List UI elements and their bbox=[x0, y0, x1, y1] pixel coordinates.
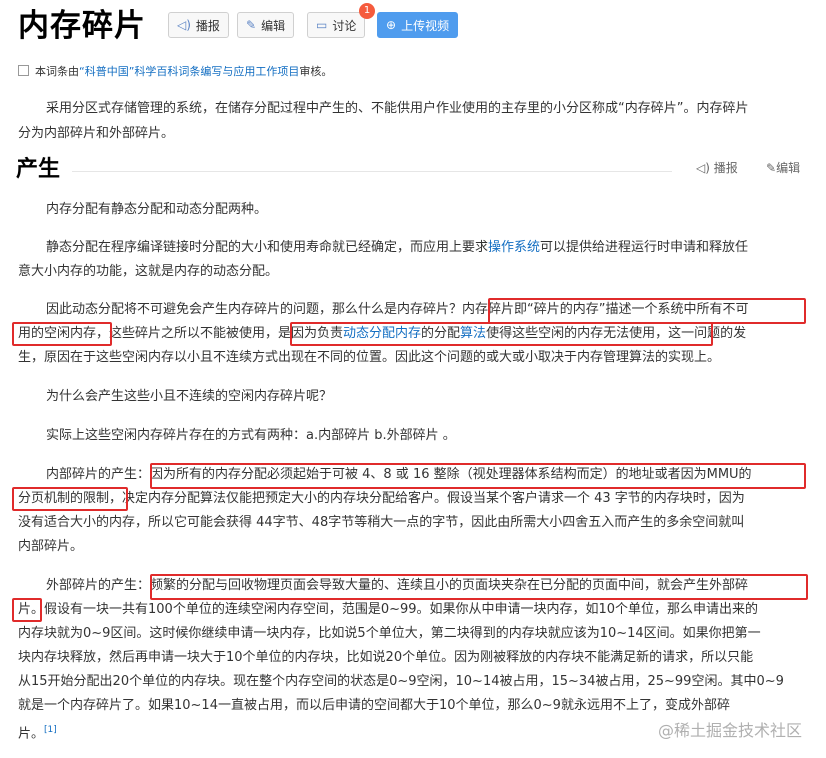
para-6-line-4: 内部碎片。 bbox=[18, 539, 84, 554]
broadcast-button[interactable]: ◁) 播报 bbox=[168, 12, 229, 38]
highlight-box bbox=[12, 598, 42, 622]
highlight-box bbox=[150, 463, 806, 489]
watermark: @稀土掘金技术社区 bbox=[657, 721, 802, 740]
section-edit-button[interactable]: ✎编辑 bbox=[766, 158, 800, 178]
discuss-label: 讨论 bbox=[332, 18, 357, 33]
highlight-box bbox=[150, 574, 808, 600]
upload-video-label: 上传视频 bbox=[401, 18, 450, 33]
para-7-line-4: 块内存块释放，然后再申请一块大于10个单位的内存块，比如说20个单位。因为刚被释… bbox=[18, 650, 754, 665]
section-divider bbox=[72, 171, 672, 172]
audit-note: 本词条由“科普中国”科学百科词条编写与应用工作项目审核。 bbox=[18, 64, 332, 80]
broadcast-label: 播报 bbox=[195, 18, 220, 33]
audit-org-link[interactable]: “科普中国”科学百科词条编写与应用工作项目 bbox=[79, 65, 299, 78]
para-7-line-5: 从15开始分配出20个单位的内存块。现在整个内存空间的状态是0~9空闲，10~1… bbox=[18, 674, 784, 689]
para-2-line-1: 静态分配在程序编译链接时分配的大小和使用寿命就已经确定，而应用上要求操作系统可以… bbox=[46, 240, 749, 255]
document-icon bbox=[18, 65, 29, 76]
highlight-box bbox=[12, 487, 128, 511]
para-2-line-2: 意大小内存的功能，这就是内存的动态分配。 bbox=[18, 264, 279, 279]
os-link[interactable]: 操作系统 bbox=[488, 240, 540, 255]
para-7-line-2: 片。假设有一块一共有100个单位的连续空闲内存空间，范围是0~99。如果你从中申… bbox=[18, 602, 759, 617]
highlight-box bbox=[488, 298, 806, 324]
para-7-line-6: 就是一个内存碎片了。如果10~14一直被占用，而以后申请的空间都大于10个单位，… bbox=[18, 698, 730, 713]
pencil-icon: ✎ bbox=[766, 161, 777, 175]
para-5: 实际上这些空闲内存碎片存在的方式有两种：a.内部碎片 b.外部碎片 。 bbox=[46, 428, 456, 443]
pencil-icon: ✎ bbox=[246, 18, 257, 32]
para-3-line-3: 生，原因在于这些空闲内存以小且不连续方式出现在不同的位置。因此这个问题的或大或小… bbox=[18, 350, 721, 365]
upload-video-button[interactable]: ⊕ 上传视频 bbox=[377, 12, 459, 38]
reference-link[interactable]: [1] bbox=[44, 725, 57, 735]
speaker-icon: ◁) bbox=[696, 161, 710, 175]
edit-button[interactable]: ✎ 编辑 bbox=[237, 12, 295, 38]
highlight-box bbox=[290, 322, 713, 346]
section-title: 产生 bbox=[16, 157, 61, 182]
discuss-count-badge: 1 bbox=[359, 3, 375, 19]
plus-circle-icon: ⊕ bbox=[386, 18, 397, 32]
edit-label: 编辑 bbox=[261, 18, 286, 33]
para-7-line-3: 内存块就为0~9区间。这时候你继续申请一块内存，比如说5个单位大，第二块得到的内… bbox=[18, 626, 761, 641]
speaker-icon: ◁) bbox=[177, 18, 191, 32]
para-1: 内存分配有静态分配和动态分配两种。 bbox=[46, 202, 268, 217]
intro-line-2: 分为内部碎片和外部碎片。 bbox=[18, 126, 175, 141]
highlight-box bbox=[12, 322, 112, 346]
para-7-line-7: 片。[1] bbox=[18, 725, 57, 742]
discuss-button[interactable]: ▭ 讨论 bbox=[307, 12, 366, 38]
section-broadcast-button[interactable]: ◁) 播报 bbox=[696, 158, 738, 178]
para-4: 为什么会产生这些小且不连续的空闲内存碎片呢？ bbox=[46, 389, 333, 404]
page-title: 内存碎片 bbox=[18, 8, 146, 44]
intro-line-1: 采用分区式存储管理的系统，在储存分配过程中产生的、不能供用户作业使用的主存里的小… bbox=[46, 101, 749, 116]
chat-icon: ▭ bbox=[316, 18, 328, 32]
para-6-line-3: 没有适合大小的内存，所以它可能会获得 44字节、48字节等稍大一点的字节，因此由… bbox=[18, 515, 745, 530]
